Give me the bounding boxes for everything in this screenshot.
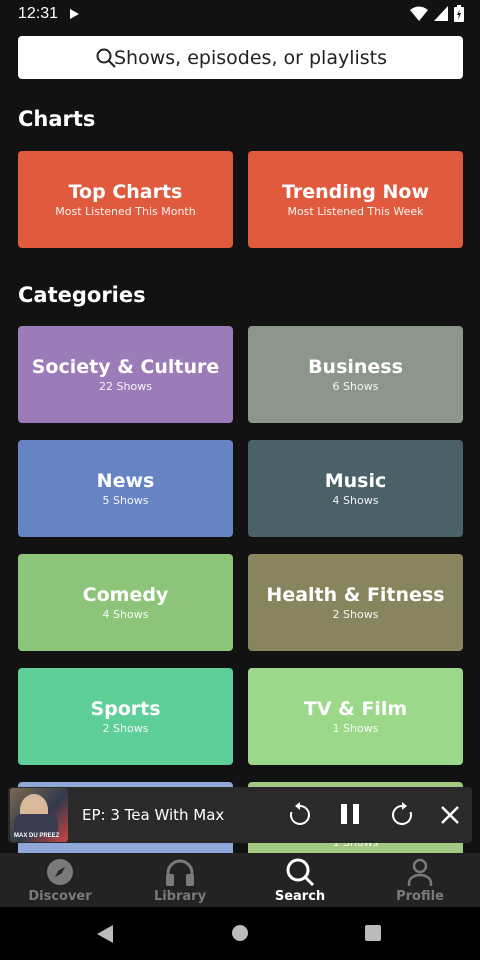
- artwork-caption: MAX DU PREEZ: [14, 833, 60, 839]
- tile-subtitle: 22 Shows: [99, 379, 152, 393]
- tile-subtitle: 2 Shows: [102, 721, 149, 735]
- search-icon: [96, 48, 116, 68]
- wifi-icon: [410, 6, 428, 21]
- search-input[interactable]: Shows, episodes, or playlists: [114, 47, 387, 69]
- tile-subtitle: 4 Shows: [332, 493, 379, 507]
- tab-label: Library: [153, 889, 207, 904]
- tile-subtitle: 4 Shows: [102, 607, 149, 621]
- tile-title: Business: [308, 355, 403, 378]
- tile-subtitle: Most Listened This Week: [287, 204, 424, 218]
- category-tile-comedy[interactable]: Comedy 4 Shows: [18, 554, 233, 651]
- category-tile-tv-film[interactable]: TV & Film 1 Shows: [248, 668, 463, 765]
- forward-icon[interactable]: [390, 801, 414, 827]
- back-icon[interactable]: [96, 924, 114, 944]
- category-tile-sports[interactable]: Sports 2 Shows: [18, 668, 233, 765]
- tile-title: Trending Now: [281, 180, 430, 203]
- category-tile-society-culture[interactable]: Society & Culture 22 Shows: [18, 326, 233, 423]
- status-time: 12:31: [18, 5, 59, 22]
- tile-subtitle: 5 Shows: [102, 493, 149, 507]
- tile-title: Music: [324, 469, 387, 492]
- episode-title: EP: 3 Tea With Max: [82, 806, 225, 824]
- category-tile-health-fitness[interactable]: Health & Fitness 2 Shows: [248, 554, 463, 651]
- tab-label: Discover: [28, 889, 92, 904]
- tab-label: Profile: [396, 889, 444, 904]
- search-bar[interactable]: Shows, episodes, or playlists: [18, 36, 463, 79]
- signal-icon: [434, 6, 448, 21]
- status-icons: [410, 5, 464, 22]
- recents-icon[interactable]: [364, 924, 382, 942]
- chart-tile-top-charts[interactable]: Top Charts Most Listened This Month: [18, 151, 233, 248]
- tab-profile[interactable]: Profile: [360, 853, 480, 907]
- tile-title: News: [96, 469, 155, 492]
- media-playing-icon: [70, 9, 80, 19]
- tile-subtitle: 6 Shows: [332, 379, 379, 393]
- compass-icon: [47, 859, 73, 885]
- tab-label: Search: [274, 889, 326, 904]
- tile-subtitle: Most Listened This Month: [55, 204, 196, 218]
- tab-discover[interactable]: Discover: [0, 853, 120, 907]
- tile-title: Society & Culture: [31, 355, 220, 378]
- tile-subtitle: 2 Shows: [332, 607, 379, 621]
- category-tile-music[interactable]: Music 4 Shows: [248, 440, 463, 537]
- tile-title: Health & Fitness: [266, 583, 445, 606]
- category-tile-news[interactable]: News 5 Shows: [18, 440, 233, 537]
- tile-title: Comedy: [82, 583, 169, 606]
- system-nav-bar: [0, 907, 480, 960]
- search-icon: [286, 858, 315, 887]
- tile-title: TV & Film: [303, 697, 408, 720]
- categories-heading: Categories: [18, 283, 146, 307]
- rewind-icon[interactable]: [288, 801, 312, 827]
- mini-player[interactable]: MAX DU PREEZ EP: 3 Tea With Max: [8, 787, 472, 843]
- chart-tile-trending-now[interactable]: Trending Now Most Listened This Week: [248, 151, 463, 248]
- close-icon[interactable]: [440, 805, 460, 825]
- category-tile-business[interactable]: Business 6 Shows: [248, 326, 463, 423]
- tile-title: Top Charts: [68, 180, 183, 203]
- battery-icon: [454, 5, 464, 22]
- charts-heading: Charts: [18, 107, 96, 131]
- pause-icon[interactable]: [338, 802, 362, 826]
- home-icon[interactable]: [231, 924, 249, 942]
- tile-title: Sports: [90, 697, 161, 720]
- tab-library[interactable]: Library: [120, 853, 240, 907]
- episode-artwork: MAX DU PREEZ: [10, 788, 68, 842]
- tile-subtitle: 1 Shows: [332, 721, 379, 735]
- headphones-icon: [166, 859, 194, 886]
- bottom-tab-bar: Discover Library Search Profile: [0, 853, 480, 907]
- person-icon: [407, 858, 433, 886]
- status-bar: 12:31: [0, 0, 480, 28]
- tab-search[interactable]: Search: [240, 853, 360, 907]
